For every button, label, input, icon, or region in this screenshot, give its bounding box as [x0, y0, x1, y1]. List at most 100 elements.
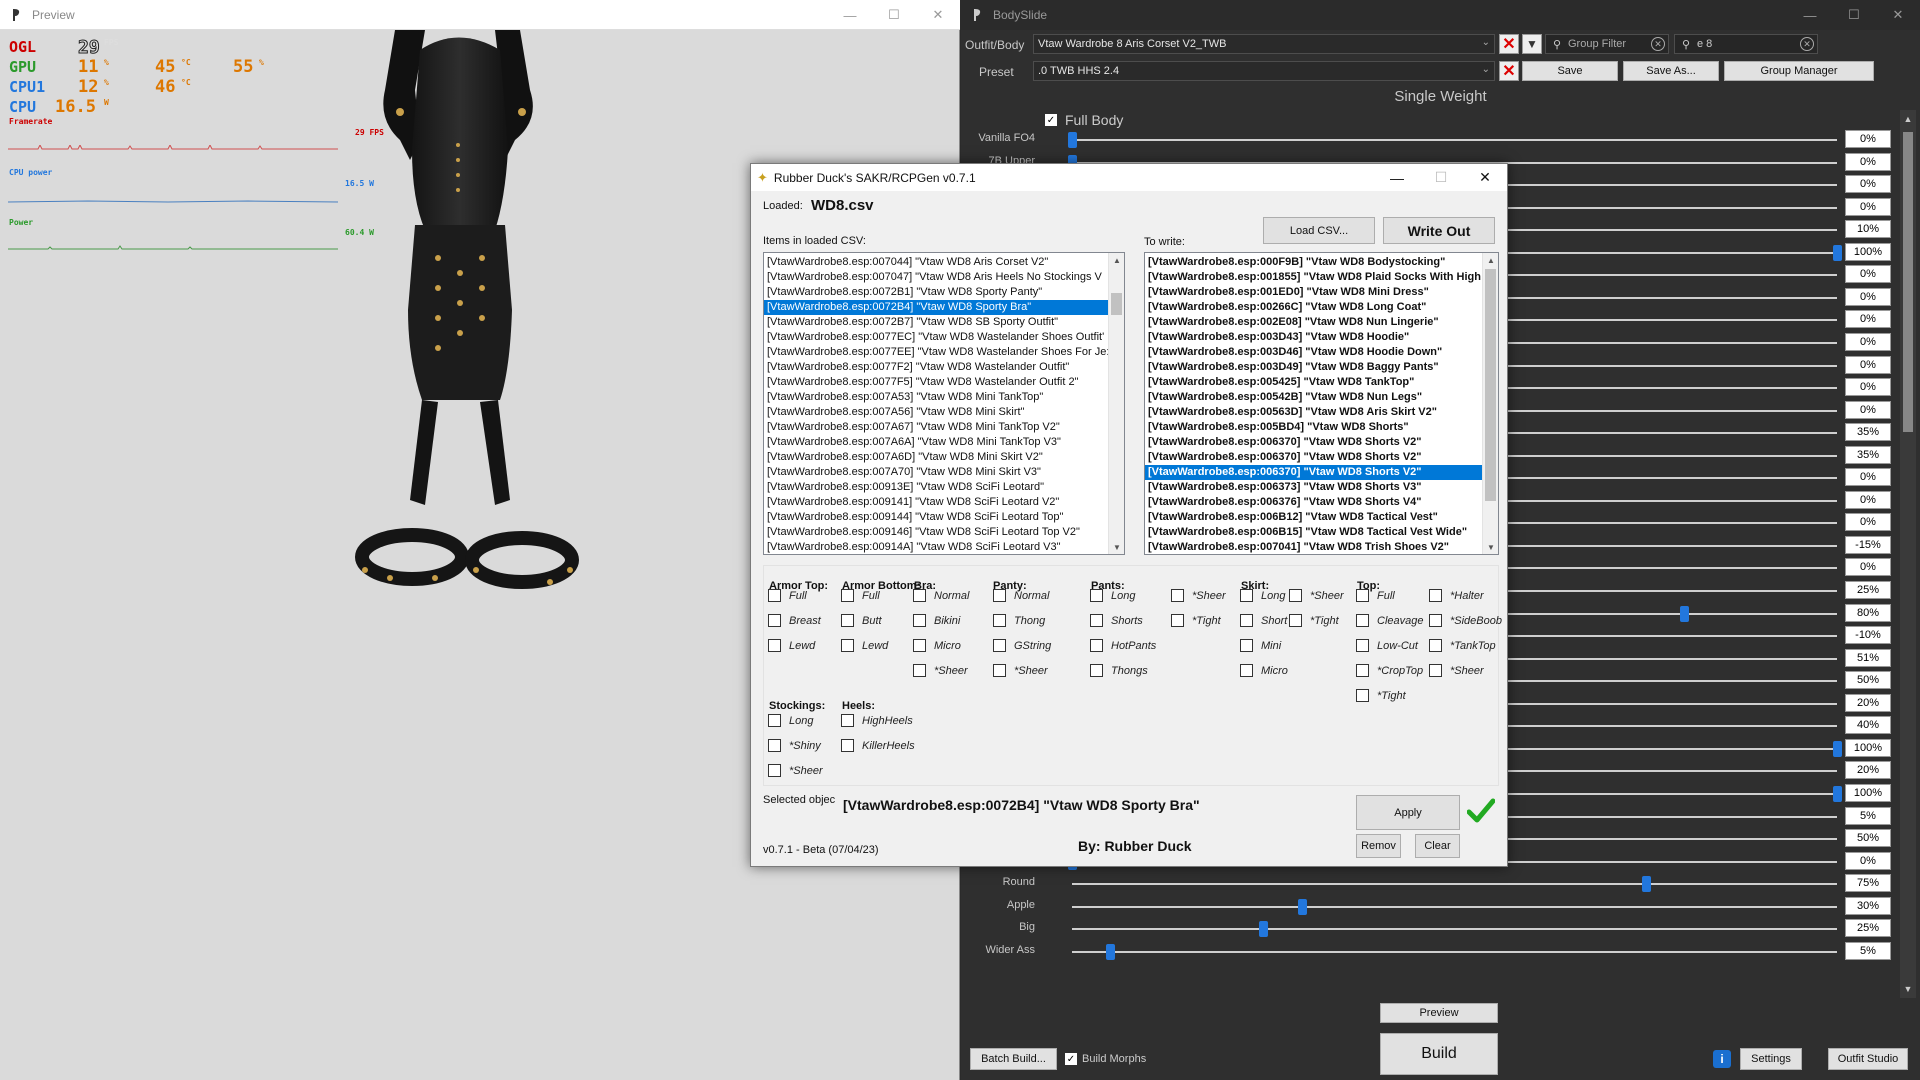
checkbox-skirt[interactable]: Mini [1240, 639, 1281, 652]
slider-value-input[interactable]: 20% [1845, 693, 1891, 712]
slider-value-input[interactable]: 50% [1845, 671, 1891, 690]
list-item[interactable]: [VtawWardrobe8.esp:007A6D] "Vtaw WD8 Min… [764, 450, 1124, 465]
list-item[interactable]: [VtawWardrobe8.esp:007A6A] "Vtaw WD8 Min… [764, 435, 1124, 450]
scroll-thumb[interactable] [1903, 132, 1913, 432]
save-button[interactable]: Save [1522, 61, 1618, 81]
scroll-up-icon[interactable]: ▲ [1483, 253, 1498, 267]
checkbox-skirt[interactable]: *Tight [1289, 614, 1339, 627]
checkbox-top[interactable]: Full [1356, 589, 1395, 602]
checkbox-pants[interactable]: HotPants [1090, 639, 1156, 652]
info-icon[interactable]: i [1713, 1050, 1731, 1068]
checkbox-armor-bottom[interactable]: Full [841, 589, 880, 602]
checkbox-top[interactable]: *Sheer [1429, 664, 1484, 677]
scroll-up-icon[interactable]: ▲ [1109, 253, 1124, 267]
list-item[interactable]: [VtawWardrobe8.esp:003D46] "Vtaw WD8 Hoo… [1145, 345, 1498, 360]
list-item[interactable]: [VtawWardrobe8.esp:006370] "Vtaw WD8 Sho… [1145, 465, 1498, 480]
list-item[interactable]: [VtawWardrobe8.esp:007041] "Vtaw WD8 Tri… [1145, 540, 1498, 554]
scroll-thumb[interactable] [1485, 269, 1496, 501]
slider-track[interactable] [1072, 883, 1837, 886]
scroll-down-icon[interactable]: ▼ [1109, 540, 1124, 554]
to-write-listbox[interactable]: [VtawWardrobe8.esp:000F9B] "Vtaw WD8 Bod… [1144, 252, 1499, 555]
minimize-icon[interactable]: — [1788, 0, 1832, 30]
list-item[interactable]: [VtawWardrobe8.esp:007047] "Vtaw WD8 Ari… [764, 270, 1124, 285]
slider-value-input[interactable]: 0% [1845, 400, 1891, 419]
slider-value-input[interactable]: 0% [1845, 355, 1891, 374]
slider-value-input[interactable]: 35% [1845, 445, 1891, 464]
list-item[interactable]: [VtawWardrobe8.esp:001855] "Vtaw WD8 Pla… [1145, 270, 1498, 285]
slider-value-input[interactable]: 100% [1845, 783, 1891, 802]
slider-value-input[interactable]: 30% [1845, 896, 1891, 915]
close-icon[interactable]: ✕ [1463, 164, 1507, 191]
list-item[interactable]: [VtawWardrobe8.esp:0077EE] "Vtaw WD8 Was… [764, 345, 1124, 360]
checkbox-bra[interactable]: *Sheer [913, 664, 968, 677]
outfit-filter-input[interactable]: ⚲ e 8 ✕ [1674, 34, 1818, 54]
slider-handle[interactable] [1833, 244, 1842, 261]
remove-button[interactable]: Remov [1356, 834, 1401, 858]
checkbox-bra[interactable]: Micro [913, 639, 961, 652]
slider-value-input[interactable]: -10% [1845, 626, 1891, 645]
scroll-down-icon[interactable]: ▼ [1902, 984, 1914, 994]
checkbox-armor-top[interactable]: Full [768, 589, 807, 602]
maximize-icon[interactable]: ☐ [872, 0, 916, 30]
list-item[interactable]: [VtawWardrobe8.esp:009141] "Vtaw WD8 Sci… [764, 495, 1124, 510]
list-item[interactable]: [VtawWardrobe8.esp:009144] "Vtaw WD8 Sci… [764, 510, 1124, 525]
close-icon[interactable]: ✕ [1876, 0, 1920, 30]
slider-value-input[interactable]: 20% [1845, 761, 1891, 780]
outfit-filter-toggle-button[interactable]: ▼ [1522, 34, 1542, 54]
slider-scrollbar[interactable]: ▲ ▼ [1900, 110, 1916, 998]
checkbox-pants[interactable]: Shorts [1090, 614, 1143, 627]
list-item[interactable]: [VtawWardrobe8.esp:001ED0] "Vtaw WD8 Min… [1145, 285, 1498, 300]
list-item[interactable]: [VtawWardrobe8.esp:006B15] "Vtaw WD8 Tac… [1145, 525, 1498, 540]
minimize-icon[interactable]: — [1375, 164, 1419, 191]
checkbox-skirt[interactable]: Short [1240, 614, 1287, 627]
checkbox-top[interactable]: *Halter [1429, 589, 1484, 602]
group-filter-input[interactable]: ⚲ Group Filter ✕ [1545, 34, 1669, 54]
list-item[interactable]: [VtawWardrobe8.esp:0072B4] "Vtaw WD8 Spo… [764, 300, 1124, 315]
checkbox-panty[interactable]: Normal [993, 589, 1049, 602]
slider-value-input[interactable]: 25% [1845, 581, 1891, 599]
list-item[interactable]: [VtawWardrobe8.esp:007A67] "Vtaw WD8 Min… [764, 420, 1124, 435]
checkbox-armor-bottom[interactable]: Lewd [841, 639, 888, 652]
slider-handle[interactable] [1680, 605, 1689, 622]
slider-value-input[interactable]: 0% [1845, 287, 1891, 306]
checkbox-pants[interactable]: Thongs [1090, 664, 1148, 677]
checkbox-top[interactable]: Low-Cut [1356, 639, 1418, 652]
slider-value-input[interactable]: 0% [1845, 513, 1891, 532]
slider-value-input[interactable]: 5% [1845, 806, 1891, 825]
slider-value-input[interactable]: 0% [1845, 558, 1891, 577]
slider-value-input[interactable]: 25% [1845, 919, 1891, 938]
checkbox-armor-top[interactable]: Lewd [768, 639, 815, 652]
slider-value-input[interactable]: 50% [1845, 829, 1891, 848]
slider-track[interactable] [1072, 950, 1837, 953]
checkbox-armor-bottom[interactable]: Butt [841, 614, 882, 627]
checkbox-panty[interactable]: *Sheer [993, 664, 1048, 677]
outfit-select[interactable]: Vtaw Wardrobe 8 Aris Corset V2_TWB ⌄ [1033, 34, 1495, 54]
remove-outfit-button[interactable]: ✕ [1499, 34, 1519, 54]
close-icon[interactable]: ✕ [916, 0, 960, 30]
slider-value-input[interactable]: 0% [1845, 378, 1891, 397]
checkbox-stockings[interactable]: *Sheer [768, 764, 823, 777]
delete-preset-button[interactable]: ✕ [1499, 61, 1519, 81]
list-item[interactable]: [VtawWardrobe8.esp:006B12] "Vtaw WD8 Tac… [1145, 510, 1498, 525]
slider-handle[interactable] [1297, 898, 1307, 915]
list-item[interactable]: [VtawWardrobe8.esp:006373] "Vtaw WD8 Sho… [1145, 480, 1498, 495]
slider-value-input[interactable]: 0% [1845, 130, 1891, 148]
slider-value-input[interactable]: 100% [1845, 738, 1891, 757]
slider-value-input[interactable]: 0% [1845, 468, 1891, 487]
list-item[interactable]: [VtawWardrobe8.esp:005425] "Vtaw WD8 Tan… [1145, 375, 1498, 390]
slider-handle[interactable] [1106, 943, 1116, 960]
slider-value-input[interactable]: 100% [1845, 242, 1891, 261]
list-item[interactable]: [VtawWardrobe8.esp:007044] "Vtaw WD8 Ari… [764, 255, 1124, 270]
list-item[interactable]: [VtawWardrobe8.esp:0072B1] "Vtaw WD8 Spo… [764, 285, 1124, 300]
slider-track[interactable] [1072, 139, 1837, 141]
slider-value-input[interactable]: -15% [1845, 535, 1891, 554]
checkbox-panty[interactable]: GString [993, 639, 1051, 652]
slider-track[interactable] [1072, 905, 1837, 908]
list-item[interactable]: [VtawWardrobe8.esp:00542B] "Vtaw WD8 Nun… [1145, 390, 1498, 405]
batch-build-button[interactable]: Batch Build... [970, 1048, 1057, 1070]
write-out-button[interactable]: Write Out [1383, 217, 1495, 244]
list-item[interactable]: [VtawWardrobe8.esp:00913E] "Vtaw WD8 Sci… [764, 480, 1124, 495]
slider-value-input[interactable]: 75% [1845, 874, 1891, 893]
checkbox-armor-top[interactable]: Breast [768, 614, 821, 627]
outfit-studio-button[interactable]: Outfit Studio [1828, 1048, 1908, 1070]
